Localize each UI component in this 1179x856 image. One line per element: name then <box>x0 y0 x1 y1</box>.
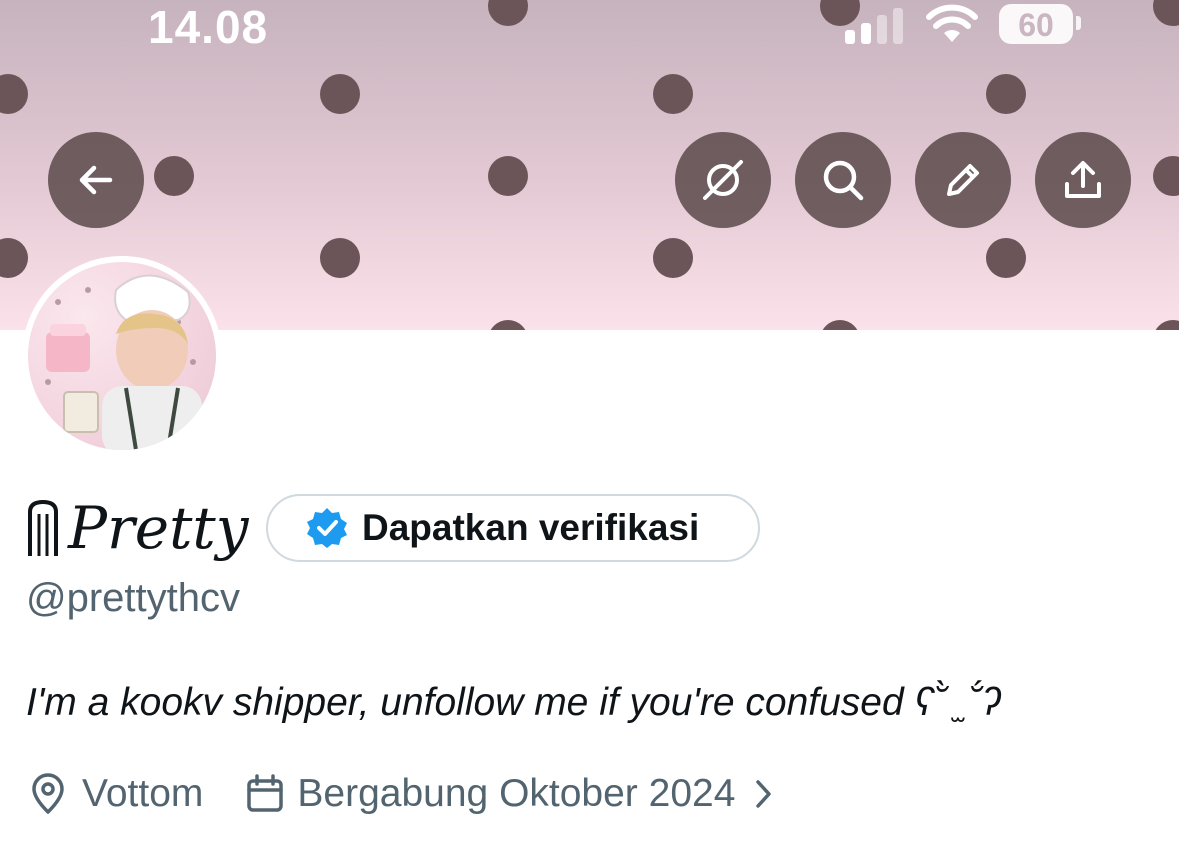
battery-nub <box>1076 16 1081 30</box>
location-pin-icon <box>32 773 64 814</box>
calendar-icon <box>247 774 284 812</box>
grok-button[interactable] <box>675 132 771 228</box>
profile-location: Vottom <box>82 772 204 815</box>
banner-dot <box>488 156 528 196</box>
battery-level: 60 <box>1018 7 1054 43</box>
banner-dot <box>1153 156 1179 196</box>
banner-dot <box>320 238 360 278</box>
verified-badge-icon <box>307 508 347 548</box>
grok-icon <box>703 160 743 200</box>
status-time: 14.08 <box>148 1 269 53</box>
share-icon <box>1065 161 1101 198</box>
banner-dot <box>820 320 860 330</box>
cellular-signal-icon <box>845 8 903 44</box>
banner-dot <box>320 74 360 114</box>
get-verified-button[interactable]: Dapatkan verifikasi <box>266 494 760 562</box>
banner-dot <box>653 74 693 114</box>
banner-dot <box>154 156 194 196</box>
pencil-icon <box>947 164 979 196</box>
display-name-row: Pretty <box>26 492 248 564</box>
battery-icon: 60 <box>999 4 1073 44</box>
username-handle: @prettythcv <box>26 576 241 620</box>
share-button[interactable] <box>1035 132 1131 228</box>
banner-dot <box>653 238 693 278</box>
display-name: Pretty <box>68 494 249 562</box>
banner-dot <box>0 74 28 114</box>
banner-dot <box>986 74 1026 114</box>
search-button[interactable] <box>795 132 891 228</box>
banner-dot <box>1153 320 1179 330</box>
get-verified-label: Dapatkan verifikasi <box>362 507 700 548</box>
avatar-image <box>28 262 216 450</box>
search-icon <box>823 160 864 201</box>
arrow-left-icon <box>79 165 113 195</box>
banner-dot <box>488 320 528 330</box>
name-glyph-icon <box>28 499 58 556</box>
profile-meta-row: Vottom Bergabung Oktober 2024 <box>26 766 777 822</box>
profile-bio: I'm a kookv shipper, unfollow me if you'… <box>26 681 1002 724</box>
banner-dot <box>986 238 1026 278</box>
chevron-right-icon[interactable] <box>749 774 777 814</box>
edit-button[interactable] <box>915 132 1011 228</box>
avatar-illustration <box>45 274 202 450</box>
banner-dot <box>0 238 28 278</box>
wifi-icon <box>926 4 978 42</box>
avatar[interactable] <box>22 256 222 456</box>
status-bar: 14.08 60 <box>0 0 1179 53</box>
back-button[interactable] <box>48 132 144 228</box>
profile-join-date[interactable]: Bergabung Oktober 2024 <box>297 772 735 816</box>
